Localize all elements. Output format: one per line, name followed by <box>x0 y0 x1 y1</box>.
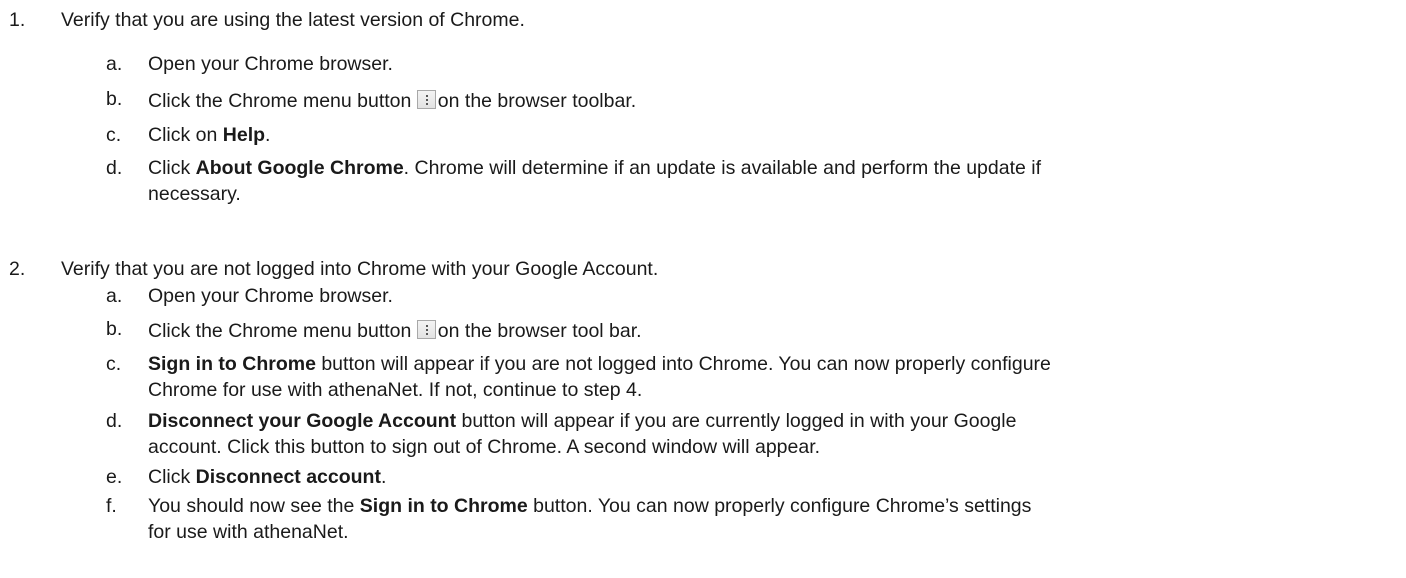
substep-letter: b. <box>106 318 123 340</box>
substep-letter: c. <box>106 353 122 375</box>
bold-term: Sign in to Chrome <box>359 495 528 517</box>
step-number: 1. <box>9 9 26 31</box>
substep-text: Click About Google Chrome. Chrome will d… <box>148 157 1042 179</box>
substep-text-pre: Click the Chrome menu button <box>148 90 412 112</box>
substep-letter: d. <box>106 410 123 432</box>
substep-text-continued: necessary. <box>148 183 241 205</box>
substep-text-pre: Click the Chrome menu button <box>148 320 412 342</box>
substep-text-pre: Click <box>148 157 196 179</box>
substep-text-continued: for use with athenaNet. <box>148 521 349 543</box>
substep-text-post: . <box>380 466 387 488</box>
step-text: Verify that you are using the latest ver… <box>61 9 525 31</box>
substep-text: Open your Chrome browser. <box>148 285 393 307</box>
substep-text: Sign in to Chrome button will appear if … <box>148 353 1051 375</box>
bold-term: Disconnect account <box>195 466 381 488</box>
substep-text-post: button will appear if you are not logged… <box>315 353 1051 375</box>
substep-letter: a. <box>106 285 123 307</box>
substep-letter: e. <box>106 466 123 488</box>
substep-text-pre: Click on <box>148 124 223 146</box>
substep-letter: d. <box>106 157 123 179</box>
substep-text: Click the Chrome menu button on the brow… <box>148 320 642 342</box>
substep-letter: a. <box>106 53 123 75</box>
substep-text: Disconnect your Google Account button wi… <box>148 410 1017 432</box>
substep-text: Open your Chrome browser. <box>148 53 393 75</box>
substep-text-post: . Chrome will determine if an update is … <box>403 157 1042 179</box>
substep-text: You should now see the Sign in to Chrome… <box>148 495 1032 517</box>
substep-letter: b. <box>106 88 123 110</box>
substep-text-post: on the browser tool bar. <box>437 320 642 342</box>
substep-text: Click the Chrome menu button on the brow… <box>148 90 636 112</box>
substep-letter: c. <box>106 124 122 146</box>
substep-text-continued: Chrome for use with athenaNet. If not, c… <box>148 379 643 401</box>
substep-text-post: . <box>265 124 271 146</box>
substep-text-post: button will appear if you are currently … <box>456 410 1017 432</box>
substep-text-post: on the browser toolbar. <box>437 90 637 112</box>
bold-term: Disconnect your Google Account <box>148 410 457 432</box>
bold-term: About Google Chrome <box>195 157 404 179</box>
substep-text: Click Disconnect account. <box>148 466 387 488</box>
substep-text-pre: You should now see the <box>148 495 360 517</box>
chrome-menu-icon <box>416 90 436 109</box>
substep-text-post: button. You can now properly configure C… <box>527 495 1032 517</box>
chrome-menu-icon <box>416 320 436 339</box>
substep-text-pre: Click <box>148 466 196 488</box>
bold-term: Help <box>222 124 266 146</box>
step-text: Verify that you are not logged into Chro… <box>61 258 659 280</box>
step-number: 2. <box>9 258 26 280</box>
substep-text: Click on Help. <box>148 124 271 146</box>
substep-letter: f. <box>106 495 117 517</box>
bold-term: Sign in to Chrome <box>148 353 316 375</box>
substep-text-continued: account. Click this button to sign out o… <box>148 436 821 458</box>
